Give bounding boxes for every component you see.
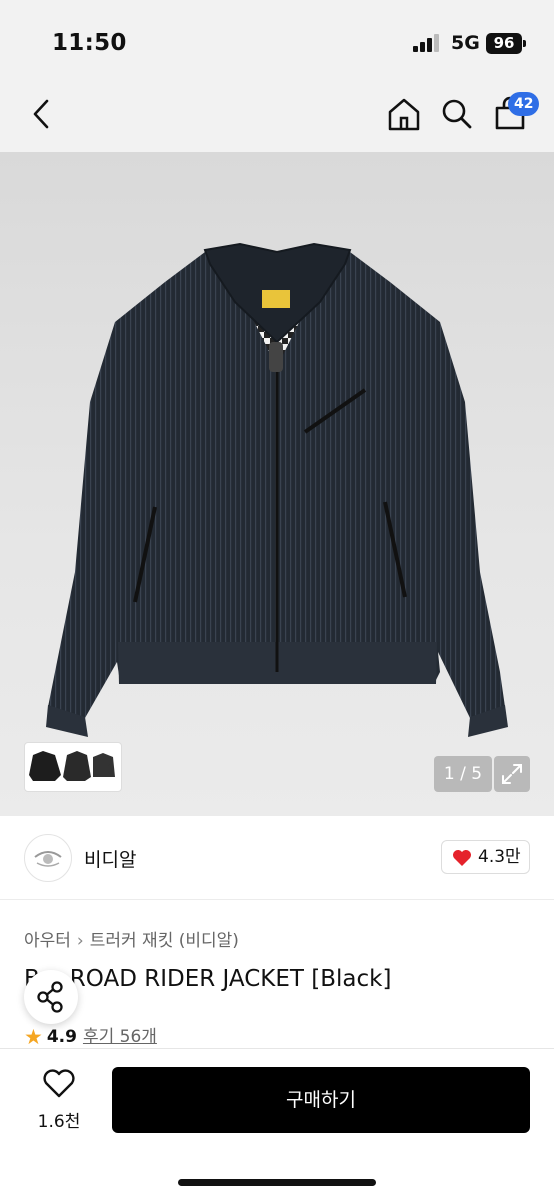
rating-row: ★ 4.9 후기 56개	[24, 1022, 157, 1049]
brand-name[interactable]: 비디알	[84, 845, 136, 872]
bottom-bar: 1.6천 구매하기	[0, 1048, 554, 1200]
home-indicator	[178, 1179, 376, 1186]
home-icon	[388, 98, 420, 131]
reviews-link[interactable]: 후기 56개	[83, 1027, 157, 1047]
thumbnail-strip[interactable]	[24, 742, 122, 792]
share-icon	[37, 981, 63, 1013]
search-button[interactable]	[437, 94, 477, 134]
brand-like-button[interactable]: 4.3만	[441, 840, 530, 874]
jacket-thumbnail	[29, 751, 115, 781]
rating-score: 4.9	[46, 1027, 77, 1047]
buy-button[interactable]: 구매하기	[112, 1067, 530, 1133]
heart-filled-icon	[453, 850, 471, 866]
product-image[interactable]	[0, 152, 554, 816]
battery-icon: 96	[486, 33, 526, 54]
status-bar: 11:50 5G 96	[0, 0, 554, 84]
wishlist-button[interactable]: 1.6천	[24, 1069, 94, 1132]
breadcrumb-category[interactable]: 아우터	[24, 931, 71, 951]
back-button[interactable]	[22, 94, 62, 134]
jacket-image	[46, 242, 508, 737]
heart-outline-icon	[43, 1069, 75, 1098]
brand-logo[interactable]	[24, 834, 72, 882]
wishlist-count: 1.6천	[37, 1112, 81, 1132]
product-title: BROAD RIDER JACKET [Black]	[24, 966, 391, 992]
brand-row[interactable]: 비디알 4.3만	[0, 816, 554, 900]
brand-emblem-icon	[34, 851, 62, 867]
signal-icon	[413, 34, 443, 52]
search-icon	[442, 99, 472, 129]
expand-icon	[502, 764, 522, 784]
expand-button[interactable]	[494, 756, 530, 792]
star-icon: ★	[24, 1025, 43, 1049]
breadcrumb-subcategory[interactable]: 트러커 재킷 (비디알)	[90, 931, 239, 951]
image-counter: 1 / 5	[434, 756, 492, 792]
product-title-text: ROAD RIDER JACKET [Black]	[69, 966, 392, 992]
top-nav	[0, 84, 554, 152]
home-button[interactable]	[384, 94, 424, 134]
status-time: 11:50	[52, 30, 127, 56]
chevron-left-icon	[33, 99, 49, 129]
network-label: 5G	[451, 32, 480, 54]
brand-like-count: 4.3만	[478, 847, 521, 867]
chevron-right-icon: ›	[76, 931, 84, 951]
share-button[interactable]	[24, 970, 78, 1024]
cart-count-badge: 42	[508, 92, 540, 116]
breadcrumb: 아우터 › 트러커 재킷 (비디알)	[24, 926, 239, 951]
